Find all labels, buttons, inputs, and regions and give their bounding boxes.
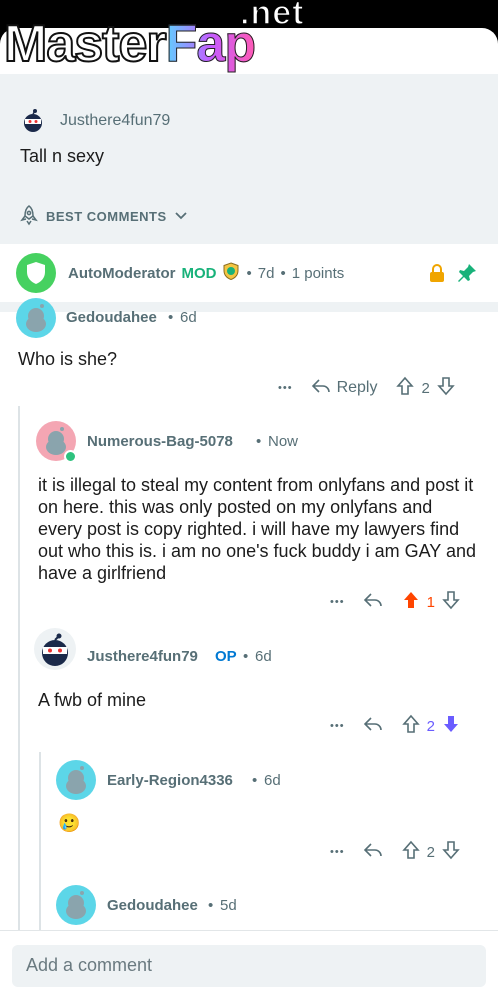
- comment-actions: ••• 1: [330, 590, 461, 614]
- snoo-ninja-avatar[interactable]: [34, 628, 76, 670]
- comment-actions: ••• Reply 2: [278, 376, 456, 400]
- op-badge: OP: [215, 648, 237, 665]
- sort-selector[interactable]: BEST COMMENTS: [18, 204, 189, 229]
- upvote-icon[interactable]: [401, 840, 421, 864]
- automod-time: 7d: [257, 264, 275, 282]
- comment-author[interactable]: Justhere4fun79: [87, 648, 198, 665]
- vote-score: 2: [426, 843, 435, 861]
- reply-icon[interactable]: [363, 591, 383, 613]
- sort-label: BEST COMMENTS: [46, 209, 167, 224]
- comment-author[interactable]: Gedoudahee: [66, 309, 157, 326]
- upvote-active-icon[interactable]: [401, 590, 421, 614]
- comment-body: A fwb of mine: [38, 690, 147, 710]
- meta-dot: •: [208, 897, 214, 914]
- comment-author[interactable]: Early-Region4336: [107, 772, 233, 789]
- comment-time: 6d: [264, 772, 281, 789]
- comment-time: 6d: [255, 648, 272, 665]
- mod-badge: MOD: [181, 264, 217, 282]
- post-title: Tall n sexy: [20, 146, 105, 166]
- meta-dot: •: [168, 309, 174, 326]
- vote-controls: 2: [395, 376, 455, 400]
- more-options-button[interactable]: •••: [330, 846, 345, 858]
- comment-body: Who is she?: [18, 349, 118, 369]
- reply-button[interactable]: Reply: [311, 377, 378, 399]
- more-options-button[interactable]: •••: [330, 596, 345, 608]
- meta-dot: •: [252, 772, 258, 789]
- vote-score: 1: [426, 593, 435, 611]
- automod-author[interactable]: AutoModerator: [68, 265, 176, 282]
- comments-sheet: Justhere4fun79 Tall n sexy BEST COMMENTS…: [0, 28, 498, 1000]
- thread-line: [18, 406, 20, 958]
- lock-icon: [428, 263, 446, 288]
- comment-composer: Add a comment: [0, 930, 498, 1000]
- reply-icon: [311, 377, 331, 399]
- comment-actions: ••• 2: [330, 714, 461, 738]
- snoo-ninja-avatar: [20, 108, 46, 134]
- reply-icon[interactable]: [363, 715, 383, 737]
- comment-author[interactable]: Gedoudahee: [107, 897, 198, 914]
- meta-dot: •: [256, 433, 262, 450]
- meta-dot: •: [243, 648, 249, 665]
- post-author-row[interactable]: Justhere4fun79: [20, 108, 170, 134]
- rocket-icon: [18, 204, 40, 229]
- vote-controls: 1: [401, 590, 461, 614]
- more-options-button[interactable]: •••: [330, 720, 345, 732]
- automod-points: 1 points: [291, 264, 345, 282]
- post-author-name[interactable]: Justhere4fun79: [60, 112, 170, 130]
- thread-line: [39, 752, 41, 958]
- vote-controls: 2: [401, 840, 461, 864]
- automod-comment-collapsed[interactable]: AutoModerator MOD • 7d • 1 points: [0, 244, 498, 302]
- snoo-avatar[interactable]: [16, 298, 56, 338]
- pin-icon: [456, 262, 478, 289]
- comment-time: Now: [268, 433, 299, 450]
- add-comment-input[interactable]: Add a comment: [12, 945, 486, 987]
- comment-body: it is illegal to steal my content from o…: [38, 475, 477, 583]
- reply-icon[interactable]: [363, 841, 383, 863]
- meta-dot: •: [246, 264, 252, 282]
- vote-controls: 2: [401, 714, 461, 738]
- reply-label: Reply: [336, 379, 378, 396]
- chevron-down-icon: [173, 207, 189, 226]
- downvote-active-icon[interactable]: [441, 714, 461, 738]
- snoo-avatar[interactable]: [56, 885, 96, 925]
- vote-score: 2: [421, 379, 430, 397]
- snoo-avatar[interactable]: [56, 760, 96, 800]
- upvote-icon[interactable]: [395, 376, 415, 400]
- vote-score: 2: [426, 717, 435, 735]
- comment-author[interactable]: Numerous-Bag-5078: [87, 433, 233, 450]
- comment-time: 6d: [180, 309, 197, 326]
- downvote-icon[interactable]: [436, 376, 456, 400]
- more-options-button[interactable]: •••: [278, 382, 293, 394]
- post-preview: Justhere4fun79 Tall n sexy BEST COMMENTS: [0, 74, 498, 244]
- comment-emoji: 🥲: [58, 813, 81, 833]
- mod-shield-icon: [221, 261, 241, 286]
- upvote-icon[interactable]: [401, 714, 421, 738]
- automod-shield-avatar: [16, 253, 56, 293]
- meta-dot: •: [280, 264, 286, 282]
- comment-actions: ••• 2: [330, 840, 461, 864]
- downvote-icon[interactable]: [441, 840, 461, 864]
- downvote-icon[interactable]: [441, 590, 461, 614]
- comment-time: 5d: [220, 897, 237, 914]
- online-status-icon: [64, 450, 77, 463]
